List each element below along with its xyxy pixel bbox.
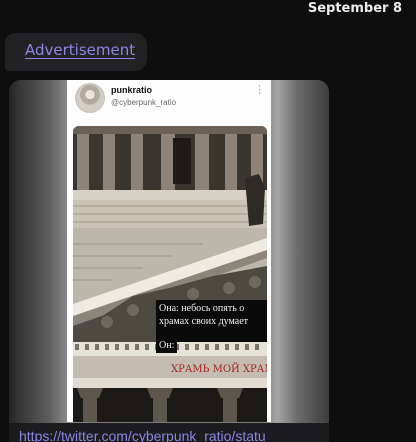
more-vertical-icon: ⋮ — [254, 84, 265, 96]
tweet-author-name: punkratio — [111, 85, 153, 95]
media-attachment[interactable]: punkratio @cyberpunk_ratio ⋮ ХРАМЬ МОЙ Х… — [9, 80, 329, 442]
date-separator: September 8 — [307, 1, 402, 16]
meme-caption: Она: небось опять о храмах своих думает — [156, 300, 267, 342]
message-bubble: Advertisement — [5, 33, 147, 71]
tweet-screenshot: punkratio @cyberpunk_ratio ⋮ ХРАМЬ МОЙ Х… — [67, 80, 271, 422]
advertisement-link[interactable]: Advertisement — [25, 41, 135, 59]
tweet-author-handle: @cyberpunk_ratio — [111, 98, 177, 107]
twitter-link[interactable]: https://twitter.com/cyberpunk_ratio/stat… — [19, 428, 266, 442]
avatar — [75, 83, 105, 113]
cathedral-illustration: ХРАМЬ МОЙ ХРАМЬ — [73, 126, 267, 422]
cathedral-photo: ХРАМЬ МОЙ ХРАМЬ Она: небось опять о храм… — [73, 126, 267, 422]
meme-caption-reply: Он: — [156, 340, 178, 353]
frieze-text: ХРАМЬ МОЙ ХРАМЬ — [171, 363, 267, 375]
link-preview-url: https://twitter.com/cyberpunk_ratio/stat… — [9, 423, 329, 442]
